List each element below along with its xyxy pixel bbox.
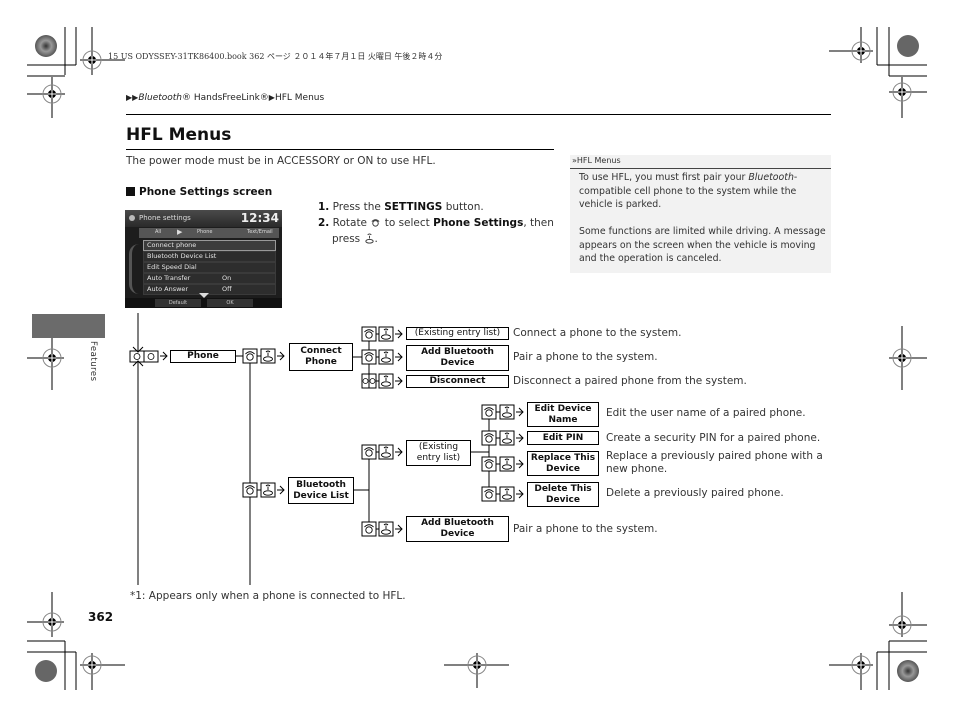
menu-description: Delete a previously paired phone. [606,487,784,499]
rotate-dial-icon [242,482,258,498]
press-dial-icon [378,373,394,389]
menu-node-add-bluetooth-device-2[interactable]: Add Bluetooth Device [406,516,509,542]
page-number: 362 [88,610,114,624]
rotate-dial-icon [242,348,258,364]
menu-node-phone[interactable]: Phone [170,350,236,363]
press-dial-icon [499,456,515,472]
menu-node-delete-this-device[interactable]: Delete This Device [527,482,599,507]
menu-description: Pair a phone to the system. [513,523,658,535]
menu-node-existing-entry-list[interactable]: (Existing entry list) [406,327,509,340]
press-dial-icon [378,444,394,460]
menu-description: Connect a phone to the system. [513,327,682,339]
rotate-dial-icon [361,521,377,537]
rotate-dial-icon [481,404,497,420]
menu-node-replace-this-device[interactable]: Replace This Device [527,451,599,476]
home-button-icon [129,346,159,367]
menu-description: Disconnect a paired phone from the syste… [513,375,747,387]
rotate-dial-icon [361,326,377,342]
press-dial-icon [499,486,515,502]
press-dial-icon [499,404,515,420]
rotate-dial-icon [481,486,497,502]
rotate-dial-icon [481,456,497,472]
press-dial-icon [260,348,276,364]
menu-node-connect-phone[interactable]: Connect Phone [289,343,353,371]
rotate-dial-icon [361,444,377,460]
press-dial-icon [378,349,394,365]
footnote: *1: Appears only when a phone is connect… [130,590,406,602]
menu-node-add-bluetooth-device[interactable]: Add Bluetooth Device [406,345,509,371]
menu-node-edit-pin[interactable]: Edit PIN [527,431,599,445]
press-dial-icon [499,430,515,446]
menu-node-edit-device-name[interactable]: Edit Device Name [527,402,599,427]
menu-node-disconnect[interactable]: Disconnect [406,375,509,388]
press-dial-icon [378,326,394,342]
rotate-dial-icon [481,430,497,446]
menu-node-bluetooth-device-list[interactable]: Bluetooth Device List [288,477,354,504]
menu-description: Replace a previously paired phone with a… [606,450,823,475]
menu-description: Edit the user name of a paired phone. [606,407,806,419]
menu-description: Pair a phone to the system. [513,351,658,363]
menu-description: Create a security PIN for a paired phone… [606,432,821,444]
rotate-dial-icon [361,349,377,365]
press-dial-icon [378,521,394,537]
move-up-down-icon [361,373,377,389]
menu-node-existing-entry-list-2[interactable]: (Existing entry list) [406,440,471,466]
press-dial-icon [260,482,276,498]
